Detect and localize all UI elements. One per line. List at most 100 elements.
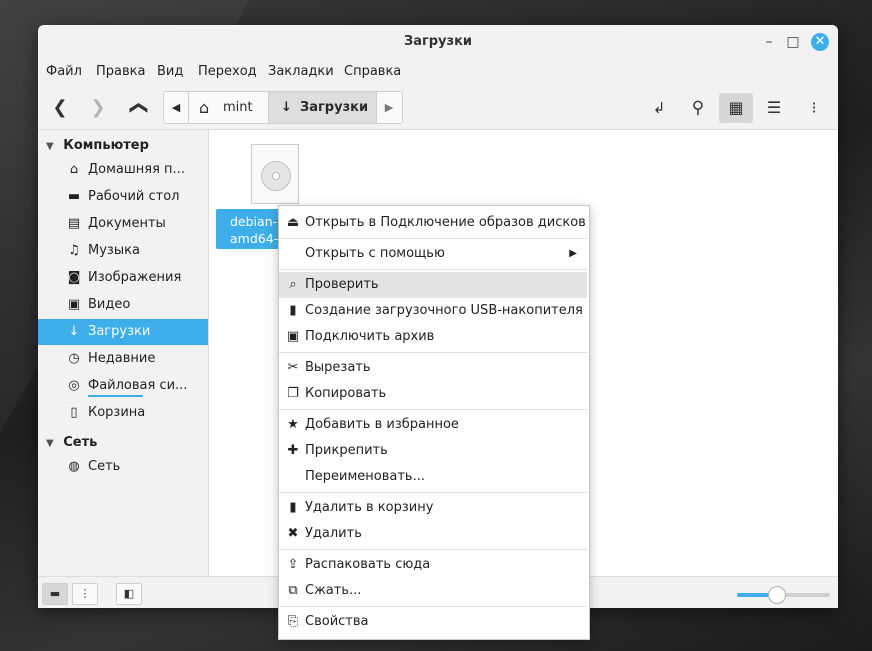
sidebar-section-label: Компьютер [63, 138, 149, 153]
trash-icon: ▮ [289, 500, 297, 515]
sidebar: ▼ Компьютер ⌂ Домашняя п... ▬ Рабочий стол… [38, 130, 209, 576]
window-title: Загрузки [403, 34, 473, 49]
sidebar-section-network[interactable]: ▼ Сеть [46, 435, 97, 455]
sidebar-section-computer[interactable]: ▼ Компьютер [46, 138, 149, 158]
path-current[interactable]: ↓ Загрузки [269, 92, 377, 123]
ctx-label: Прикрепить [305, 443, 388, 458]
menu-bookmarks[interactable]: Закладки [268, 64, 334, 79]
path-home-label: mint [223, 100, 253, 115]
close-button[interactable]: ✕ [811, 33, 829, 51]
menu-separator [279, 606, 587, 607]
drive-icon: ◎ [68, 378, 80, 393]
disk-usage-bar [88, 395, 143, 397]
list-view-button[interactable]: ☰ [757, 93, 791, 123]
sidebar-item-home[interactable]: ⌂ Домашняя п... [38, 157, 208, 183]
ctx-label: Создание загрузочного USB-накопителя [305, 303, 583, 318]
clock-icon: ◷ [68, 351, 80, 366]
download-icon: ↓ [281, 100, 292, 115]
up-button[interactable]: ❯ [123, 93, 153, 123]
ctx-copy[interactable]: ❐ Копировать [279, 381, 587, 407]
sidebar-item-label: Загрузки [88, 324, 151, 339]
home-icon: ⌂ [199, 98, 210, 117]
ctx-label: Распаковать сюда [305, 557, 431, 572]
zoom-slider[interactable] [737, 586, 830, 604]
context-menu: ⏏ Открыть в Подключение образов дисков От… [278, 205, 590, 640]
ctx-open-disk-image-mounter[interactable]: ⏏ Открыть в Подключение образов дисков [279, 210, 587, 236]
menu-bar: Файл Правка Вид Переход Закладки Справка [38, 59, 838, 85]
music-icon: ♫ [68, 243, 80, 258]
ctx-open-with[interactable]: Открыть с помощью ▶ [279, 241, 587, 267]
sidebar-item-music[interactable]: ♫ Музыка [38, 238, 208, 264]
ctx-delete[interactable]: ✖ Удалить [279, 521, 587, 547]
iso-file-icon[interactable] [251, 144, 299, 204]
properties-icon: ⎘ [287, 614, 299, 629]
sidebar-item-label: Домашняя п... [88, 162, 185, 177]
extract-icon: ⇪ [287, 557, 299, 572]
compress-icon: ⧉ [288, 583, 298, 598]
scissors-icon: ✂ [287, 360, 299, 375]
hide-sidebar-button[interactable]: ◧ [116, 583, 142, 605]
show-places-button[interactable]: ▬ [42, 583, 68, 605]
ctx-extract-here[interactable]: ⇪ Распаковать сюда [279, 552, 587, 578]
ctx-label: Сжать... [305, 583, 362, 598]
film-icon: ▣ [67, 297, 81, 312]
submenu-arrow-icon: ▶ [569, 248, 577, 259]
path-home[interactable]: ⌂ mint [189, 92, 269, 123]
sidebar-item-documents[interactable]: ▤ Документы [38, 211, 208, 237]
search-icon[interactable]: ⚲ [683, 93, 713, 123]
menu-separator [279, 409, 587, 410]
show-treeview-button[interactable]: ⋮ [72, 583, 98, 605]
minimize-button[interactable]: – [760, 33, 778, 51]
ctx-create-usb[interactable]: ▮ Создание загрузочного USB-накопителя [279, 298, 587, 324]
ctx-add-favorite[interactable]: ★ Добавить в избранное [279, 412, 587, 438]
sidebar-item-desktop[interactable]: ▬ Рабочий стол [38, 184, 208, 210]
menu-separator [279, 352, 587, 353]
sidebar-item-trash[interactable]: ▯ Корзина [38, 400, 208, 426]
sidebar-item-videos[interactable]: ▣ Видео [38, 292, 208, 318]
ctx-cut[interactable]: ✂ Вырезать [279, 355, 587, 381]
compact-view-button[interactable]: ⁝ [797, 93, 831, 123]
ctx-label: Свойства [305, 614, 369, 629]
desktop-icon: ▬ [67, 189, 81, 204]
sidebar-item-label: Музыка [88, 243, 140, 258]
sidebar-item-label: Недавние [88, 351, 156, 366]
back-button[interactable]: ❮ [45, 93, 75, 123]
sidebar-item-filesystem[interactable]: ◎ Файловая си... [38, 373, 208, 399]
ctx-label: Удалить в корзину [305, 500, 434, 515]
maximize-button[interactable]: □ [784, 33, 802, 51]
path-scroll-left[interactable]: ◀ [164, 92, 189, 123]
download-icon: ↓ [68, 324, 80, 339]
icon-view-button[interactable]: ▦ [719, 93, 753, 123]
menu-go[interactable]: Переход [198, 64, 257, 79]
title-bar[interactable]: Загрузки – □ ✕ [38, 25, 838, 59]
menu-file[interactable]: Файл [46, 64, 82, 79]
ctx-move-to-trash[interactable]: ▮ Удалить в корзину [279, 495, 587, 521]
copy-icon: ❐ [287, 386, 299, 401]
menu-help[interactable]: Справка [344, 64, 401, 79]
path-scroll-right[interactable]: ▶ [377, 92, 401, 123]
sidebar-item-label: Сеть [88, 459, 121, 474]
ctx-compress[interactable]: ⧉ Сжать... [279, 578, 587, 604]
ctx-label: Открыть в Подключение образов дисков [305, 215, 586, 230]
collapse-arrow-icon: ▼ [46, 438, 54, 449]
menu-edit[interactable]: Правка [96, 64, 145, 79]
forward-button[interactable]: ❯ [83, 93, 113, 123]
menu-view[interactable]: Вид [157, 64, 183, 79]
sidebar-item-label: Корзина [88, 405, 146, 420]
ctx-verify[interactable]: ⌕ Проверить [279, 272, 587, 298]
sidebar-item-recent[interactable]: ◷ Недавние [38, 346, 208, 372]
ctx-pin[interactable]: ✚ Прикрепить [279, 438, 587, 464]
zoom-slider-handle[interactable] [768, 586, 786, 604]
menu-separator [279, 269, 587, 270]
ctx-label: Проверить [305, 277, 379, 292]
ctx-mount-archive[interactable]: ▣ Подключить архив [279, 324, 587, 350]
ctx-label: Переименовать... [305, 469, 425, 484]
ctx-rename[interactable]: Переименовать... [279, 464, 587, 490]
sidebar-item-downloads[interactable]: ↓ Загрузки [38, 319, 208, 345]
sidebar-item-pictures[interactable]: ◙ Изображения [38, 265, 208, 291]
menu-separator [279, 238, 587, 239]
ctx-properties[interactable]: ⎘ Свойства [279, 609, 587, 635]
terminal-button[interactable]: ↲ [644, 93, 674, 123]
ctx-label: Добавить в избранное [305, 417, 459, 432]
sidebar-item-network[interactable]: ◍ Сеть [38, 454, 208, 480]
